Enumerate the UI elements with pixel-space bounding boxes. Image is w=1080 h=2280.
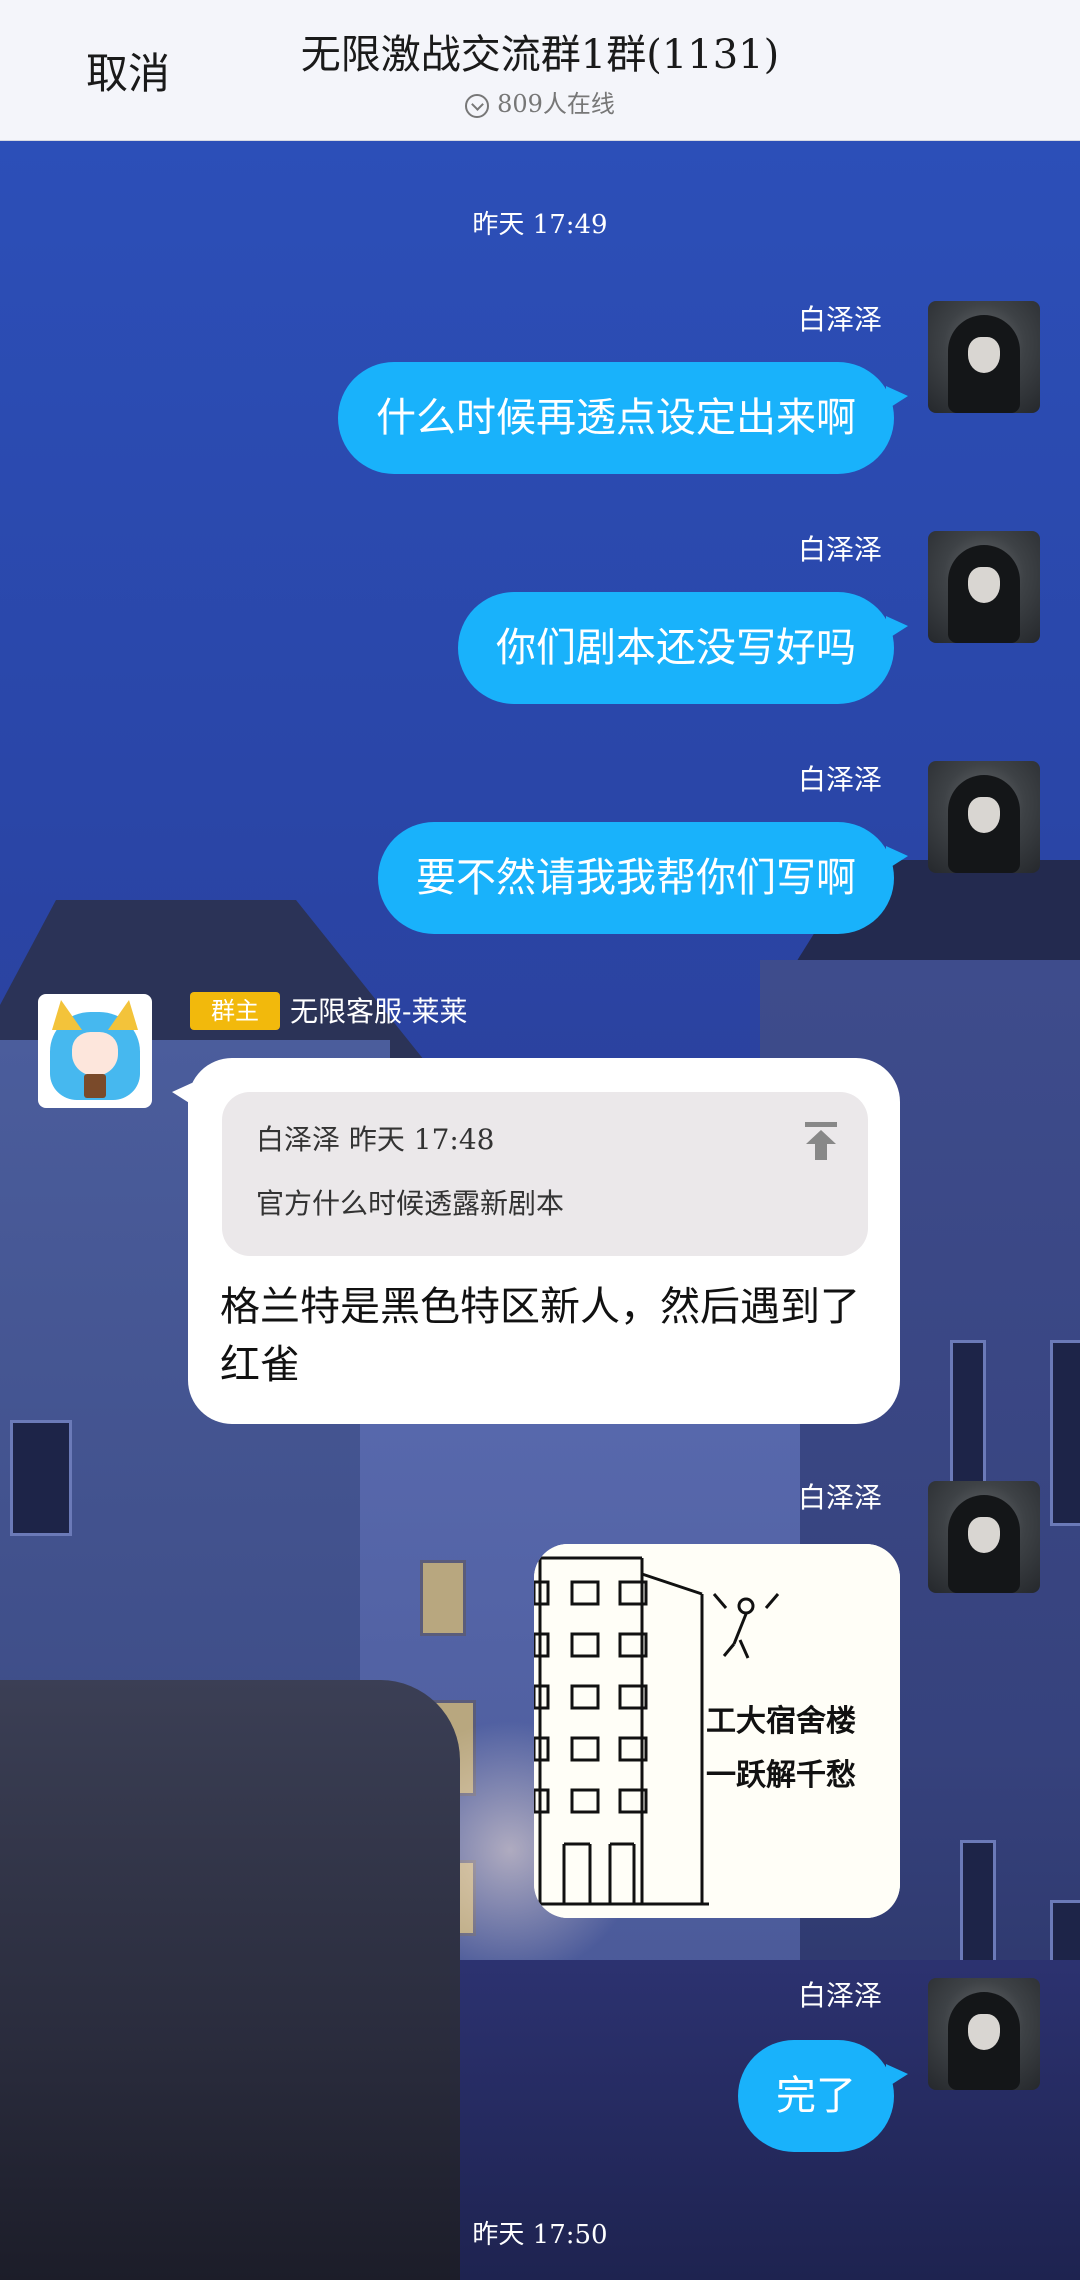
chevron-down-icon <box>465 93 490 118</box>
image-message[interactable]: 工大宿舍楼 一跃解千愁 <box>534 1544 900 1918</box>
avatar[interactable] <box>928 1481 1040 1593</box>
jump-to-top-icon[interactable] <box>804 1122 838 1160</box>
quote-header: 白泽泽 昨天 17:48 <box>256 1123 495 1156</box>
message-bubble[interactable]: 完了 <box>738 2040 908 2152</box>
timestamp: 昨天 17:49 <box>472 210 608 240</box>
sender-name: 无限客服-莱莱 <box>290 995 468 1028</box>
online-count: 809人在线 <box>497 90 615 118</box>
chat-header: 取消 无限激战交流群1群(1131) 809人在线 <box>0 0 1080 141</box>
message-bubble[interactable]: 什么时候再透点设定出来啊 <box>338 362 908 474</box>
owner-badge: 群主 <box>190 992 280 1030</box>
group-title[interactable]: 无限激战交流群1群(1131) <box>0 22 1080 80</box>
message-list[interactable]: 昨天 17:49 白泽泽 什么时候再透点设定出来啊 白泽泽 你们剧本还没写好吗 … <box>0 140 1080 2280</box>
sender-name: 白泽泽 <box>797 1979 882 2012</box>
message-text: 格兰特是黑色特区新人，然后遇到了红雀 <box>220 1284 860 1388</box>
timestamp: 昨天 17:50 <box>472 2220 608 2250</box>
sender-name: 白泽泽 <box>797 303 882 336</box>
image-caption: 一跃解千愁 <box>706 1758 856 1793</box>
reply-message-bubble[interactable]: 白泽泽 昨天 17:48 官方什么时候透露新剧本 格兰特是黑色特区新人，然后遇到… <box>172 1058 900 1424</box>
online-status[interactable]: 809人在线 <box>0 84 1080 119</box>
avatar[interactable] <box>928 531 1040 643</box>
avatar[interactable] <box>38 994 152 1108</box>
sender-name: 白泽泽 <box>797 533 882 566</box>
avatar[interactable] <box>928 1978 1040 2090</box>
sender-name: 白泽泽 <box>797 1481 882 1514</box>
message-bubble[interactable]: 要不然请我我帮你们写啊 <box>378 822 908 934</box>
quoted-message[interactable]: 白泽泽 昨天 17:48 官方什么时候透露新剧本 <box>222 1092 868 1256</box>
image-caption: 工大宿舍楼 <box>706 1704 856 1739</box>
quote-text: 官方什么时候透露新剧本 <box>256 1187 565 1220</box>
avatar[interactable] <box>928 761 1040 873</box>
sender-name: 白泽泽 <box>797 763 882 796</box>
avatar[interactable] <box>928 301 1040 413</box>
message-bubble[interactable]: 你们剧本还没写好吗 <box>458 592 908 704</box>
